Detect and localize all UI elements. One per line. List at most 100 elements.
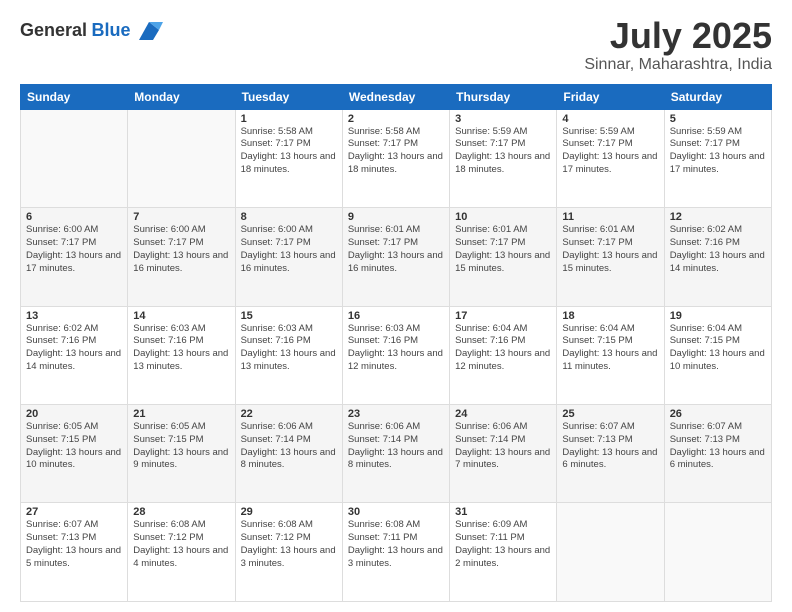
- day-number: 20: [26, 408, 122, 420]
- day-number: 5: [670, 113, 766, 125]
- day-number: 2: [348, 113, 444, 125]
- day-number: 8: [241, 211, 337, 223]
- table-row: 16 Sunrise: 6:03 AMSunset: 7:16 PMDaylig…: [342, 306, 449, 404]
- table-row: 15 Sunrise: 6:03 AMSunset: 7:16 PMDaylig…: [235, 306, 342, 404]
- day-info: Sunrise: 6:09 AMSunset: 7:11 PMDaylight:…: [455, 519, 550, 568]
- day-number: 24: [455, 408, 551, 420]
- table-row: 1 Sunrise: 5:58 AMSunset: 7:17 PMDayligh…: [235, 109, 342, 207]
- day-number: 18: [562, 310, 658, 322]
- table-row: 4 Sunrise: 5:59 AMSunset: 7:17 PMDayligh…: [557, 109, 664, 207]
- day-info: Sunrise: 6:06 AMSunset: 7:14 PMDaylight:…: [455, 421, 550, 470]
- day-info: Sunrise: 6:04 AMSunset: 7:15 PMDaylight:…: [670, 323, 765, 372]
- day-info: Sunrise: 5:58 AMSunset: 7:17 PMDaylight:…: [241, 126, 336, 175]
- day-info: Sunrise: 6:03 AMSunset: 7:16 PMDaylight:…: [133, 323, 228, 372]
- col-sunday: Sunday: [21, 84, 128, 109]
- day-info: Sunrise: 5:59 AMSunset: 7:17 PMDaylight:…: [562, 126, 657, 175]
- table-row: 17 Sunrise: 6:04 AMSunset: 7:16 PMDaylig…: [450, 306, 557, 404]
- page: General Blue July 2025 Sinnar, Maharasht…: [0, 0, 792, 612]
- col-thursday: Thursday: [450, 84, 557, 109]
- table-row: 30 Sunrise: 6:08 AMSunset: 7:11 PMDaylig…: [342, 503, 449, 602]
- table-row: 25 Sunrise: 6:07 AMSunset: 7:13 PMDaylig…: [557, 405, 664, 503]
- day-number: 23: [348, 408, 444, 420]
- day-info: Sunrise: 6:04 AMSunset: 7:15 PMDaylight:…: [562, 323, 657, 372]
- table-row: 18 Sunrise: 6:04 AMSunset: 7:15 PMDaylig…: [557, 306, 664, 404]
- table-row: 22 Sunrise: 6:06 AMSunset: 7:14 PMDaylig…: [235, 405, 342, 503]
- day-info: Sunrise: 6:02 AMSunset: 7:16 PMDaylight:…: [26, 323, 121, 372]
- day-info: Sunrise: 6:00 AMSunset: 7:17 PMDaylight:…: [241, 224, 336, 273]
- day-number: 10: [455, 211, 551, 223]
- logo-general: General: [20, 20, 87, 40]
- day-number: 12: [670, 211, 766, 223]
- table-row: 19 Sunrise: 6:04 AMSunset: 7:15 PMDaylig…: [664, 306, 771, 404]
- day-info: Sunrise: 5:59 AMSunset: 7:17 PMDaylight:…: [670, 126, 765, 175]
- calendar-week-row: 13 Sunrise: 6:02 AMSunset: 7:16 PMDaylig…: [21, 306, 772, 404]
- day-info: Sunrise: 6:00 AMSunset: 7:17 PMDaylight:…: [26, 224, 121, 273]
- day-number: 27: [26, 506, 122, 518]
- day-info: Sunrise: 6:05 AMSunset: 7:15 PMDaylight:…: [133, 421, 228, 470]
- day-info: Sunrise: 6:01 AMSunset: 7:17 PMDaylight:…: [455, 224, 550, 273]
- day-info: Sunrise: 6:06 AMSunset: 7:14 PMDaylight:…: [348, 421, 443, 470]
- day-number: 6: [26, 211, 122, 223]
- header: General Blue July 2025 Sinnar, Maharasht…: [20, 16, 772, 74]
- table-row: 6 Sunrise: 6:00 AMSunset: 7:17 PMDayligh…: [21, 208, 128, 306]
- day-info: Sunrise: 6:07 AMSunset: 7:13 PMDaylight:…: [26, 519, 121, 568]
- day-number: 9: [348, 211, 444, 223]
- day-info: Sunrise: 6:00 AMSunset: 7:17 PMDaylight:…: [133, 224, 228, 273]
- day-number: 19: [670, 310, 766, 322]
- month-title: July 2025: [584, 16, 772, 56]
- table-row: [21, 109, 128, 207]
- day-number: 4: [562, 113, 658, 125]
- calendar-week-row: 6 Sunrise: 6:00 AMSunset: 7:17 PMDayligh…: [21, 208, 772, 306]
- table-row: 31 Sunrise: 6:09 AMSunset: 7:11 PMDaylig…: [450, 503, 557, 602]
- day-info: Sunrise: 5:58 AMSunset: 7:17 PMDaylight:…: [348, 126, 443, 175]
- table-row: 12 Sunrise: 6:02 AMSunset: 7:16 PMDaylig…: [664, 208, 771, 306]
- logo: General Blue: [20, 16, 163, 44]
- table-row: 11 Sunrise: 6:01 AMSunset: 7:17 PMDaylig…: [557, 208, 664, 306]
- day-info: Sunrise: 6:04 AMSunset: 7:16 PMDaylight:…: [455, 323, 550, 372]
- day-number: 29: [241, 506, 337, 518]
- col-tuesday: Tuesday: [235, 84, 342, 109]
- col-saturday: Saturday: [664, 84, 771, 109]
- day-info: Sunrise: 6:03 AMSunset: 7:16 PMDaylight:…: [348, 323, 443, 372]
- day-number: 11: [562, 211, 658, 223]
- day-number: 26: [670, 408, 766, 420]
- day-info: Sunrise: 6:07 AMSunset: 7:13 PMDaylight:…: [670, 421, 765, 470]
- title-block: July 2025 Sinnar, Maharashtra, India: [584, 16, 772, 74]
- table-row: 26 Sunrise: 6:07 AMSunset: 7:13 PMDaylig…: [664, 405, 771, 503]
- day-info: Sunrise: 6:08 AMSunset: 7:12 PMDaylight:…: [133, 519, 228, 568]
- table-row: 23 Sunrise: 6:06 AMSunset: 7:14 PMDaylig…: [342, 405, 449, 503]
- day-number: 13: [26, 310, 122, 322]
- day-number: 28: [133, 506, 229, 518]
- calendar-header-row: Sunday Monday Tuesday Wednesday Thursday…: [21, 84, 772, 109]
- calendar-week-row: 1 Sunrise: 5:58 AMSunset: 7:17 PMDayligh…: [21, 109, 772, 207]
- table-row: 9 Sunrise: 6:01 AMSunset: 7:17 PMDayligh…: [342, 208, 449, 306]
- calendar-week-row: 20 Sunrise: 6:05 AMSunset: 7:15 PMDaylig…: [21, 405, 772, 503]
- day-info: Sunrise: 6:08 AMSunset: 7:12 PMDaylight:…: [241, 519, 336, 568]
- table-row: 10 Sunrise: 6:01 AMSunset: 7:17 PMDaylig…: [450, 208, 557, 306]
- table-row: 27 Sunrise: 6:07 AMSunset: 7:13 PMDaylig…: [21, 503, 128, 602]
- day-number: 17: [455, 310, 551, 322]
- table-row: 21 Sunrise: 6:05 AMSunset: 7:15 PMDaylig…: [128, 405, 235, 503]
- table-row: 2 Sunrise: 5:58 AMSunset: 7:17 PMDayligh…: [342, 109, 449, 207]
- day-info: Sunrise: 6:05 AMSunset: 7:15 PMDaylight:…: [26, 421, 121, 470]
- day-number: 15: [241, 310, 337, 322]
- logo-icon: [135, 16, 163, 44]
- location-title: Sinnar, Maharashtra, India: [584, 56, 772, 74]
- day-number: 22: [241, 408, 337, 420]
- day-number: 31: [455, 506, 551, 518]
- logo-text: General Blue: [20, 20, 131, 41]
- day-number: 16: [348, 310, 444, 322]
- day-number: 14: [133, 310, 229, 322]
- table-row: [557, 503, 664, 602]
- day-info: Sunrise: 6:01 AMSunset: 7:17 PMDaylight:…: [348, 224, 443, 273]
- table-row: 5 Sunrise: 5:59 AMSunset: 7:17 PMDayligh…: [664, 109, 771, 207]
- col-wednesday: Wednesday: [342, 84, 449, 109]
- table-row: 3 Sunrise: 5:59 AMSunset: 7:17 PMDayligh…: [450, 109, 557, 207]
- table-row: 29 Sunrise: 6:08 AMSunset: 7:12 PMDaylig…: [235, 503, 342, 602]
- table-row: 8 Sunrise: 6:00 AMSunset: 7:17 PMDayligh…: [235, 208, 342, 306]
- day-info: Sunrise: 6:07 AMSunset: 7:13 PMDaylight:…: [562, 421, 657, 470]
- col-friday: Friday: [557, 84, 664, 109]
- table-row: 20 Sunrise: 6:05 AMSunset: 7:15 PMDaylig…: [21, 405, 128, 503]
- day-number: 7: [133, 211, 229, 223]
- day-info: Sunrise: 5:59 AMSunset: 7:17 PMDaylight:…: [455, 126, 550, 175]
